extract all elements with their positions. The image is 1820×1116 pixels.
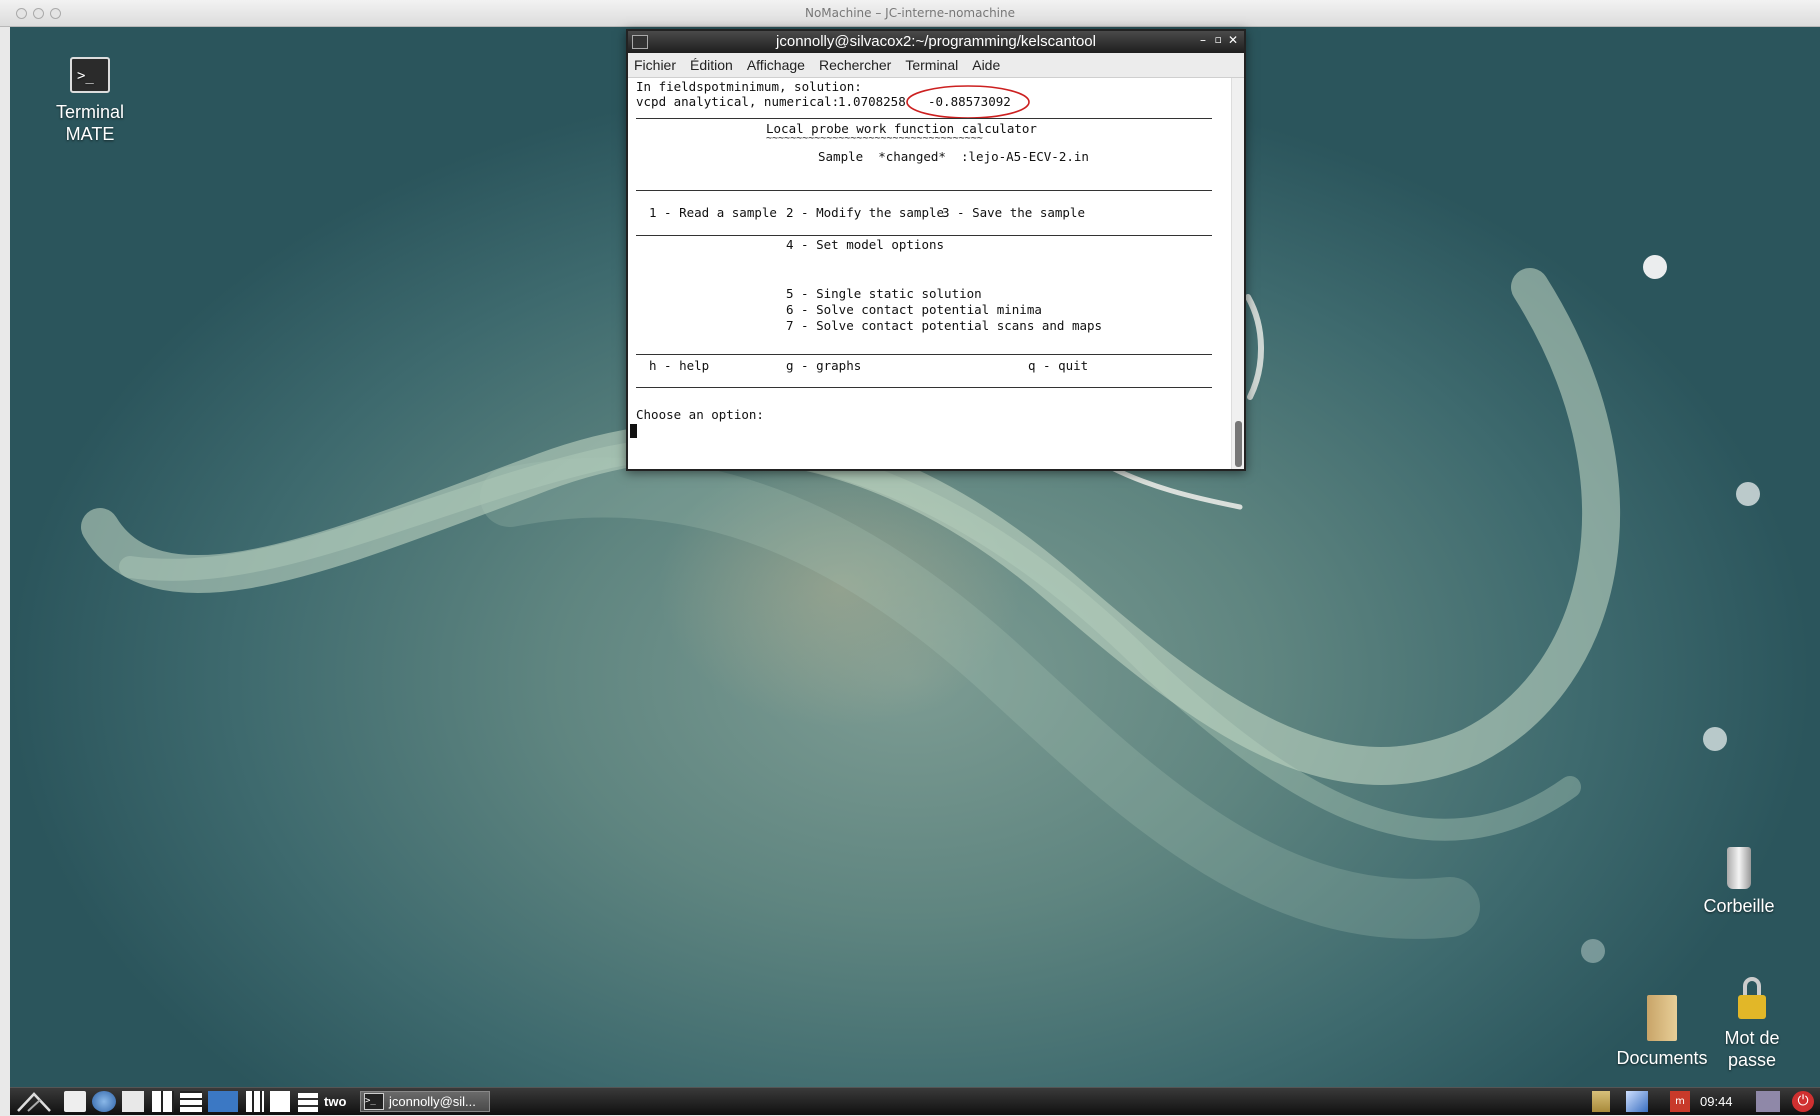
output-line: In fieldspotminimum, solution: <box>636 79 862 94</box>
host-window-title: NoMachine – JC-interne-nomachine <box>804 6 1015 20</box>
trash-icon <box>1727 847 1751 889</box>
desktop-icon-label: passe <box>1727 1050 1777 1070</box>
desktop-icon-label: Mot de <box>1724 1028 1780 1048</box>
desktop-icon-documents[interactable]: Documents <box>1610 995 1714 1069</box>
divider <box>636 118 1212 119</box>
desktop-icon-label: Documents <box>1616 1048 1708 1068</box>
terminal-icon: >_ <box>70 57 110 93</box>
workspace-2-icon[interactable] <box>180 1091 202 1112</box>
clipboard-icon[interactable] <box>1592 1091 1610 1112</box>
menu-affichage[interactable]: Affichage <box>747 57 805 73</box>
task-label: jconnolly@sil... <box>389 1094 476 1109</box>
menu-option-graphs: g - graphs <box>786 358 862 373</box>
terminal-title: jconnolly@silvacox2:~/programming/kelsca… <box>776 33 1096 50</box>
text-cursor[interactable] <box>630 424 637 438</box>
divider <box>636 190 1212 191</box>
web-browser-icon[interactable] <box>92 1091 116 1112</box>
desktop-icon-trash[interactable]: Corbeille <box>1684 847 1794 917</box>
menu-rechercher[interactable]: Rechercher <box>819 57 891 73</box>
taskbar: two >_ jconnolly@sil... m 09:44 ⏻ <box>10 1087 1820 1115</box>
desktop-icon-terminal[interactable]: >_ Terminal MATE <box>38 57 142 145</box>
start-menu-icon[interactable] <box>16 1091 56 1112</box>
workspace-5-icon[interactable] <box>298 1091 318 1112</box>
terminal-output[interactable]: In fieldspotminimum, solution: vcpd anal… <box>628 78 1232 469</box>
analytical-value: 1.0708258 <box>838 94 906 109</box>
terminal-scrollbar[interactable] <box>1231 78 1244 469</box>
menu-fichier[interactable]: Fichier <box>634 57 676 73</box>
clock[interactable]: 09:44 <box>1700 1091 1744 1112</box>
menu-option-2: 2 - Modify the sample <box>786 205 945 220</box>
workspace-1-icon[interactable] <box>152 1091 174 1112</box>
output-line: vcpd analytical, numerical: <box>636 94 840 109</box>
menu-option-quit: q - quit <box>1028 358 1089 373</box>
maximize-icon[interactable]: ▫ <box>1215 33 1222 46</box>
show-desktop-icon[interactable] <box>64 1091 86 1112</box>
menu-option-3: 3 - Save the sample <box>942 205 1085 220</box>
network-icon[interactable] <box>1626 1091 1648 1112</box>
terminal-menubar: Fichier Édition Affichage Rechercher Ter… <box>628 53 1244 78</box>
workspace-active-icon[interactable] <box>208 1091 238 1112</box>
terminal-icon: >_ <box>364 1093 384 1110</box>
power-icon[interactable]: ⏻ <box>1792 1091 1814 1112</box>
desktop-icon-password[interactable]: Mot de passe <box>1710 977 1794 1071</box>
taskbar-task-terminal[interactable]: >_ jconnolly@sil... <box>360 1091 490 1112</box>
menu-option-1: 1 - Read a sample <box>649 205 777 220</box>
host-window-titlebar[interactable]: NoMachine – JC-interne-nomachine <box>0 0 1820 27</box>
heading-underline: ~~~~~~~~~~~~~~~~~~~~~~~~~~~~~~~~~~~~ <box>766 133 983 144</box>
terminal-window[interactable]: jconnolly@silvacox2:~/programming/kelsca… <box>626 29 1246 471</box>
messenger-icon[interactable]: m <box>1670 1091 1690 1112</box>
file-manager-icon[interactable] <box>122 1091 144 1112</box>
divider <box>636 354 1212 355</box>
close-icon[interactable]: ✕ <box>1228 33 1238 47</box>
desktop-icon-label: Corbeille <box>1703 896 1775 916</box>
divider <box>636 235 1212 236</box>
sample-line: Sample *changed* :lejo-A5-ECV-2.in <box>818 149 1089 164</box>
terminal-titlebar[interactable]: jconnolly@silvacox2:~/programming/kelsca… <box>628 31 1244 53</box>
scrollbar-thumb[interactable] <box>1235 421 1242 467</box>
menu-option-7: 7 - Solve contact potential scans and ma… <box>786 318 1103 333</box>
desktop-icon-label: Terminal <box>55 102 125 122</box>
highlight-circle <box>906 85 1030 119</box>
menu-option-6: 6 - Solve contact potential minima <box>786 302 1042 317</box>
workspace-label[interactable]: two <box>324 1091 354 1112</box>
input-prompt: Choose an option: <box>636 407 764 422</box>
menu-terminal[interactable]: Terminal <box>905 57 958 73</box>
menu-aide[interactable]: Aide <box>972 57 1000 73</box>
workspace-4-icon[interactable] <box>270 1091 290 1112</box>
divider <box>636 387 1212 388</box>
lock-icon <box>1736 977 1768 1021</box>
menu-option-4: 4 - Set model options <box>786 237 945 252</box>
minimize-icon[interactable]: – <box>1200 33 1206 47</box>
menu-option-help: h - help <box>649 358 710 373</box>
menu-edition[interactable]: Édition <box>690 57 733 73</box>
folder-icon <box>1647 995 1677 1041</box>
menu-option-5: 5 - Single static solution <box>786 286 982 301</box>
lock-screen-icon[interactable] <box>1756 1091 1780 1112</box>
desktop-icon-label: MATE <box>65 124 115 144</box>
workspace-3-icon[interactable] <box>246 1091 264 1112</box>
